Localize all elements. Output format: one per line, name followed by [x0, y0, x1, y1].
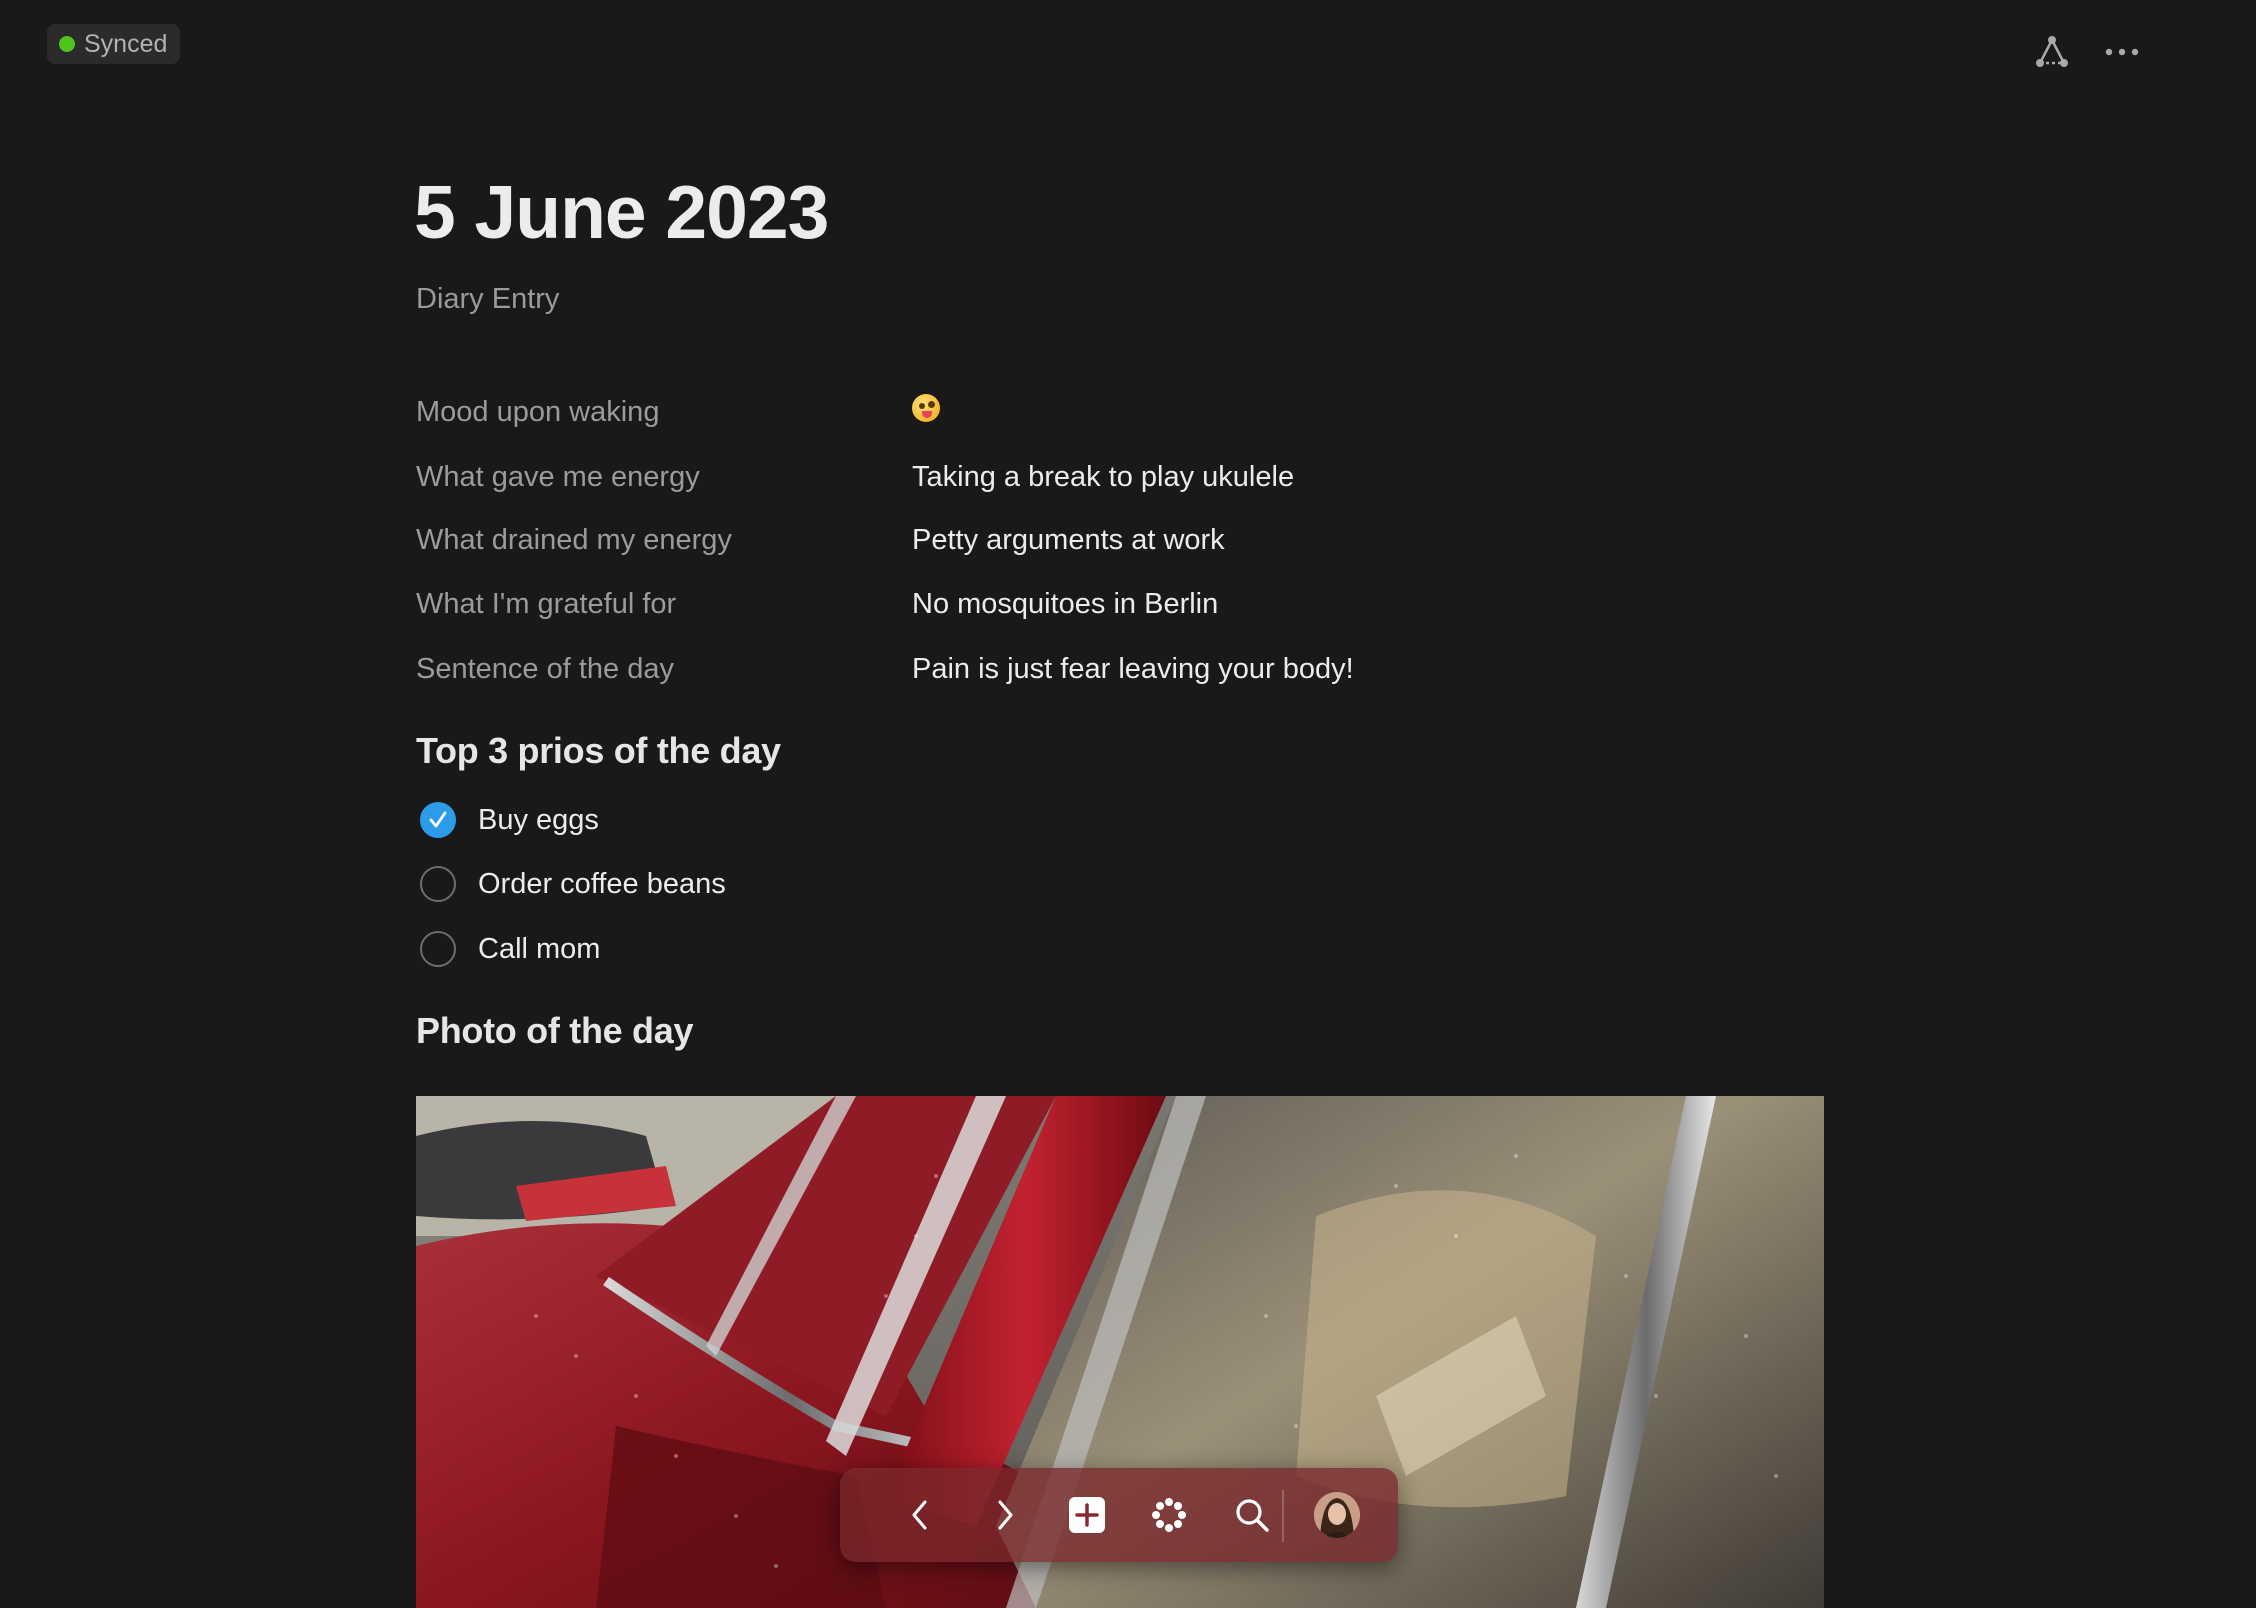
property-row-mood[interactable]: Mood upon waking	[416, 392, 1416, 432]
bottom-toolbar	[840, 1468, 1398, 1562]
photo-heading[interactable]: Photo of the day	[416, 1010, 694, 1052]
graph-icon[interactable]	[2028, 28, 2076, 76]
property-label: What drained my energy	[416, 523, 732, 556]
priorities-heading[interactable]: Top 3 prios of the day	[416, 730, 781, 772]
checkbox-checked[interactable]	[420, 802, 456, 838]
property-row-grateful[interactable]: What I'm grateful for No mosquitoes in B…	[416, 584, 1416, 624]
checkbox-unchecked[interactable]	[420, 866, 456, 902]
property-value[interactable]: Petty arguments at work	[912, 524, 1225, 557]
checkbox-unchecked[interactable]	[420, 931, 456, 967]
toolbar-divider	[1282, 1490, 1284, 1542]
plus-square-icon[interactable]	[1063, 1491, 1111, 1539]
property-value[interactable]: Taking a break to play ukulele	[912, 461, 1294, 494]
diary-page: Synced 5 June 2023 Diary Entry Mood upon…	[0, 0, 2256, 1608]
todo-label: Call mom	[478, 932, 601, 965]
todo-item[interactable]: Buy eggs	[420, 800, 599, 840]
dots-flower-icon[interactable]	[1145, 1491, 1193, 1539]
property-row-energy-gain[interactable]: What gave me energy Taking a break to pl…	[416, 457, 1416, 497]
todo-label: Buy eggs	[478, 803, 599, 836]
chevron-left-icon[interactable]	[896, 1491, 944, 1539]
property-row-sentence[interactable]: Sentence of the day Pain is just fear le…	[416, 649, 1416, 689]
property-label: Mood upon waking	[416, 395, 660, 428]
todo-label: Order coffee beans	[478, 867, 726, 900]
sync-status-label: Synced	[84, 29, 168, 58]
page-type-label[interactable]: Diary Entry	[416, 283, 559, 316]
more-horizontal-icon[interactable]	[2099, 28, 2147, 76]
search-icon[interactable]	[1228, 1491, 1276, 1539]
property-label: What gave me energy	[416, 460, 700, 493]
todo-item[interactable]: Call mom	[420, 929, 600, 969]
property-value[interactable]: Pain is just fear leaving your body!	[912, 653, 1354, 686]
todo-item[interactable]: Order coffee beans	[420, 864, 726, 904]
user-avatar[interactable]	[1314, 1492, 1360, 1538]
checkmark-icon	[429, 811, 447, 828]
zany-face-emoji-icon	[912, 394, 940, 422]
sync-status-badge[interactable]: Synced	[47, 24, 181, 64]
sync-status-dot	[59, 36, 75, 52]
property-label: What I'm grateful for	[416, 587, 677, 620]
property-value[interactable]: No mosquitoes in Berlin	[912, 588, 1218, 621]
mood-emoji[interactable]	[912, 394, 940, 430]
chevron-right-icon[interactable]	[981, 1491, 1029, 1539]
page-title[interactable]: 5 June 2023	[414, 175, 829, 250]
property-label: Sentence of the day	[416, 652, 674, 685]
property-row-energy-drain[interactable]: What drained my energy Petty arguments a…	[416, 520, 1416, 560]
